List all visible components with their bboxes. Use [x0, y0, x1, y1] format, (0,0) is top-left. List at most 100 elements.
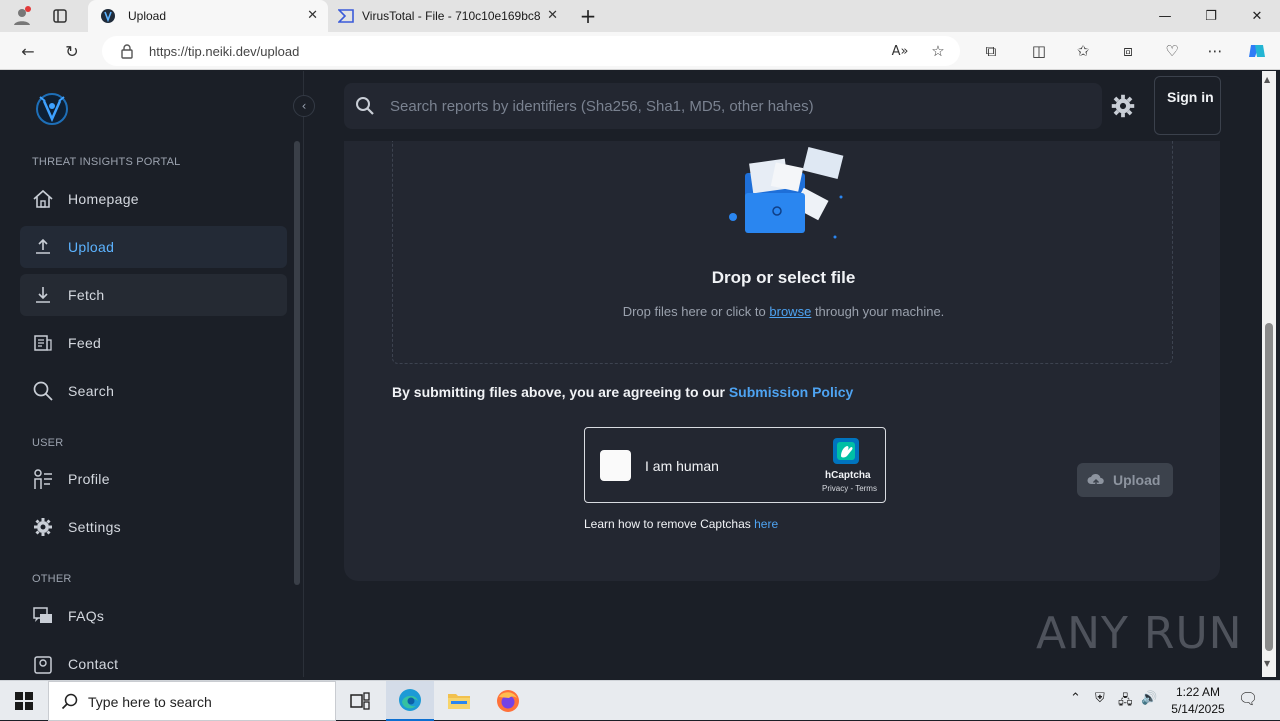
favorite-star-icon[interactable]: ☆	[926, 39, 950, 63]
restore-button[interactable]: ❐	[1188, 0, 1234, 32]
lock-icon[interactable]	[120, 43, 134, 64]
tab-title: Upload	[128, 9, 167, 23]
agreement-text: By submitting files above, you are agree…	[392, 384, 725, 400]
browser-essentials-icon[interactable]: ♡	[1160, 39, 1184, 63]
tab-title: VirusTotal - File - 710c10e169bc8	[362, 9, 541, 23]
section-label-portal: THREAT INSIGHTS PORTAL	[32, 156, 181, 168]
dropzone-sub-text: Drop files here or click to	[622, 304, 766, 319]
anyrun-watermark: ANY RUN	[1036, 608, 1243, 659]
sidebar-item-label: Contact	[68, 656, 119, 672]
sidebar-item-search[interactable]: Search	[20, 370, 287, 412]
close-tab-icon[interactable]: ✕	[547, 8, 558, 23]
sidebar-item-faqs[interactable]: FAQs	[20, 595, 287, 637]
sidebar: ‹ THREAT INSIGHTS PORTAL Homepage Upload…	[4, 71, 315, 677]
scrollbar-thumb[interactable]	[1265, 323, 1273, 651]
hcaptcha-brand: hCaptcha	[825, 470, 871, 481]
dropzone-sub-text: through your machine.	[814, 304, 945, 319]
firefox-icon[interactable]	[484, 681, 532, 721]
sidebar-item-label: Fetch	[68, 287, 105, 303]
sidebar-item-label: Search	[68, 383, 115, 399]
windows-start-button[interactable]	[0, 681, 48, 721]
system-clock[interactable]: 1:22 AM 5/14/2025	[1162, 684, 1234, 718]
upload-button-label: Upload	[1113, 472, 1161, 488]
taskbar-search-placeholder: Type here to search	[88, 694, 212, 710]
tab-upload[interactable]: Upload ✕	[88, 0, 328, 32]
search-icon	[354, 95, 376, 122]
more-menu-icon[interactable]: ⋯	[1203, 39, 1227, 63]
download-icon	[32, 284, 54, 306]
sidebar-item-homepage[interactable]: Homepage	[20, 178, 287, 220]
tab-actions-icon[interactable]	[46, 4, 74, 28]
submission-policy-link[interactable]: Submission Policy	[729, 384, 853, 400]
settings-gear-icon[interactable]	[1110, 93, 1136, 124]
task-view-icon[interactable]	[336, 681, 384, 721]
file-dropzone[interactable]: Drop or select file Drop files here or c…	[392, 141, 1173, 364]
close-tab-icon[interactable]: ✕	[307, 8, 318, 23]
feed-icon	[32, 332, 54, 354]
show-hidden-icons-chevron-icon[interactable]: ⌃	[1070, 691, 1081, 706]
neiki-favicon-icon	[100, 8, 116, 24]
search-icon	[32, 380, 54, 402]
network-icon[interactable]: 🖧	[1118, 691, 1133, 713]
split-screen-icon[interactable]: ◫	[1027, 39, 1051, 63]
sign-in-button[interactable]: Sign in	[1154, 76, 1221, 135]
read-aloud-icon[interactable]: A»	[888, 39, 912, 63]
sidebar-item-settings[interactable]: Settings	[20, 506, 287, 548]
url-text: https://tip.neiki.dev/upload	[149, 43, 300, 59]
favorites-icon[interactable]: ✩	[1071, 39, 1095, 63]
profile-icon	[32, 468, 54, 490]
browse-link[interactable]: browse	[769, 304, 811, 319]
upload-button[interactable]: Upload	[1077, 463, 1173, 497]
security-tray-icon[interactable]: ⛨	[1095, 691, 1105, 706]
sidebar-item-fetch[interactable]: Fetch	[20, 274, 287, 316]
sidebar-item-feed[interactable]: Feed	[20, 322, 287, 364]
refresh-icon[interactable]: ↻	[58, 38, 86, 64]
folder-illustration-icon	[711, 145, 851, 241]
collapse-sidebar-button[interactable]: ‹	[293, 95, 315, 117]
remove-captcha-link[interactable]: here	[754, 517, 778, 531]
hcaptcha-logo-icon	[831, 436, 861, 471]
sidebar-item-label: Homepage	[68, 191, 139, 207]
scroll-up-icon[interactable]: ▲	[1264, 75, 1270, 84]
edge-taskbar-icon[interactable]	[386, 681, 434, 721]
back-arrow-icon[interactable]: ←	[14, 38, 42, 64]
report-search-input[interactable]	[390, 93, 1090, 119]
sidebar-item-label: Settings	[68, 519, 121, 535]
close-window-button[interactable]: ✕	[1234, 0, 1280, 32]
address-bar[interactable]: https://tip.neiki.dev/upload A» ☆	[102, 36, 960, 66]
remove-captcha-text: Learn how to remove Captchas	[584, 517, 751, 531]
sidebar-item-label: Profile	[68, 471, 110, 487]
page-scrollbar[interactable]: ▲ ▼	[1262, 71, 1276, 677]
report-search-bar[interactable]	[344, 83, 1102, 129]
scroll-down-icon[interactable]: ▼	[1264, 659, 1270, 668]
new-tab-button[interactable]: +	[574, 4, 602, 28]
sidebar-item-upload[interactable]: Upload	[20, 226, 287, 268]
sidebar-scrollbar[interactable]	[294, 141, 300, 585]
minimize-button[interactable]: —	[1142, 0, 1188, 32]
extensions-icon[interactable]: ⧉	[979, 39, 1003, 63]
search-icon	[61, 693, 79, 716]
copilot-icon[interactable]	[1245, 39, 1269, 63]
section-label-user: USER	[32, 437, 64, 449]
browser-tab-bar: Upload ✕ VirusTotal - File - 710c10e169b…	[0, 0, 1280, 32]
profile-avatar[interactable]	[8, 4, 36, 28]
upload-card: Drop or select file Drop files here or c…	[344, 141, 1220, 581]
hcaptcha-privacy-terms-link[interactable]: Privacy - Terms	[822, 484, 877, 493]
sidebar-item-profile[interactable]: Profile	[20, 458, 287, 500]
clock-date: 5/14/2025	[1171, 702, 1225, 716]
virustotal-favicon-icon	[337, 8, 354, 24]
captcha-checkbox[interactable]	[600, 450, 631, 481]
neiki-logo[interactable]	[34, 91, 70, 127]
volume-icon[interactable]: 🔊	[1141, 691, 1157, 706]
collections-icon[interactable]: ⧈	[1116, 39, 1140, 63]
file-explorer-icon[interactable]	[435, 681, 483, 721]
taskbar-search-box[interactable]: Type here to search	[48, 681, 336, 721]
notifications-icon[interactable]: 🗨	[1238, 689, 1258, 708]
cloud-upload-icon	[1087, 472, 1105, 491]
sidebar-item-contact[interactable]: Contact	[20, 643, 287, 677]
windows-taskbar: Type here to search ⌃ ⛨ 🖧 🔊 1:22 AM 5/14…	[0, 680, 1280, 721]
faq-icon	[32, 605, 54, 627]
submission-agreement: By submitting files above, you are agree…	[392, 384, 853, 400]
hcaptcha-widget: I am human hCaptcha Privacy - Terms	[584, 427, 886, 503]
tab-virustotal[interactable]: VirusTotal - File - 710c10e169bc8 ✕	[330, 0, 564, 32]
